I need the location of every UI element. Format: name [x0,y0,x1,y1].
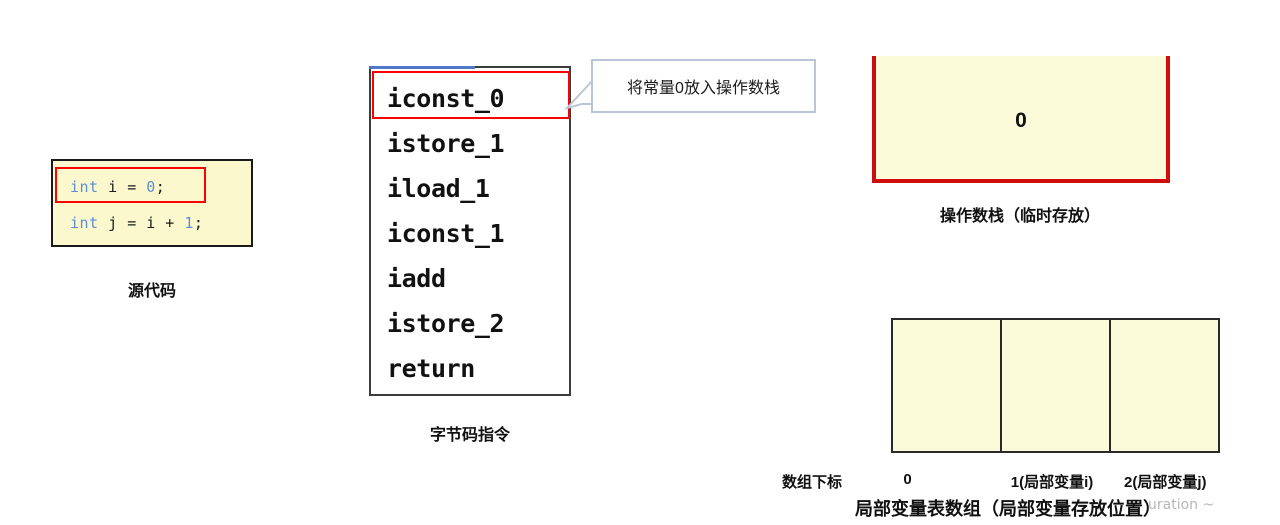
watermark-text: uration ~ [1148,497,1215,513]
source-code-label: 源代码 [127,283,176,300]
callout-bubble: 将常量0放入操作数栈 [563,59,816,113]
local-variable-table [891,318,1220,453]
local-variable-index-1: 1(局部变量i) [1010,474,1094,491]
code-identifier: j [98,214,128,232]
callout-body: 将常量0放入操作数栈 [591,59,816,113]
code-keyword: int [70,178,99,196]
bytecode-instruction-list: iconst_0 istore_1 iload_1 iconst_1 iadd … [387,76,505,391]
source-code-line-2: int j = i + 1; [70,214,203,232]
list-item[interactable]: return [387,346,504,391]
source-code-line-1: int i = 0; [70,178,165,196]
code-number: 1 [184,214,194,232]
array-index-caption: 数组下标 [782,474,843,491]
list-item[interactable]: iload_1 [387,166,504,211]
code-operator: = i + [127,214,185,232]
list-item[interactable]: iconst_1 [387,211,505,256]
local-variable-index-2: 2(局部变量j) [1124,474,1207,491]
bytecode-label: 字节码指令 [429,427,510,444]
code-operator: = [127,178,147,196]
code-terminator: ; [155,178,166,196]
list-item[interactable]: istore_2 [387,301,505,346]
local-variable-index-0: 0 [903,471,912,488]
code-identifier: i [98,178,128,196]
source-code-box: int i = 0; int j = i + 1; [51,159,253,247]
diagram-canvas: · · · · · · · · · · · · · · · · · · · · … [0,0,1280,525]
code-number: 0 [146,178,156,196]
local-variable-slot-0[interactable] [893,320,1002,451]
list-item[interactable]: iadd [387,256,504,301]
callout-text: 将常量0放入操作数栈 [627,80,780,97]
operand-stack-box: 0 [872,56,1170,183]
local-variable-slot-2[interactable] [1111,320,1218,451]
local-variable-slot-1[interactable] [1002,320,1111,451]
list-item[interactable]: iconst_0 [387,76,505,121]
operand-stack-value: 0 [1015,109,1027,132]
operand-stack-label: 操作数栈（临时存放） [939,208,1100,225]
list-item[interactable]: istore_1 [387,121,505,166]
code-keyword: int [70,214,99,232]
bytecode-box: iconst_0 istore_1 iload_1 iconst_1 iadd … [369,66,571,396]
code-terminator: ; [193,214,204,232]
top-cut-text-row: · · · · · · · · · · · · · · · · · · · · … [0,0,1280,5]
